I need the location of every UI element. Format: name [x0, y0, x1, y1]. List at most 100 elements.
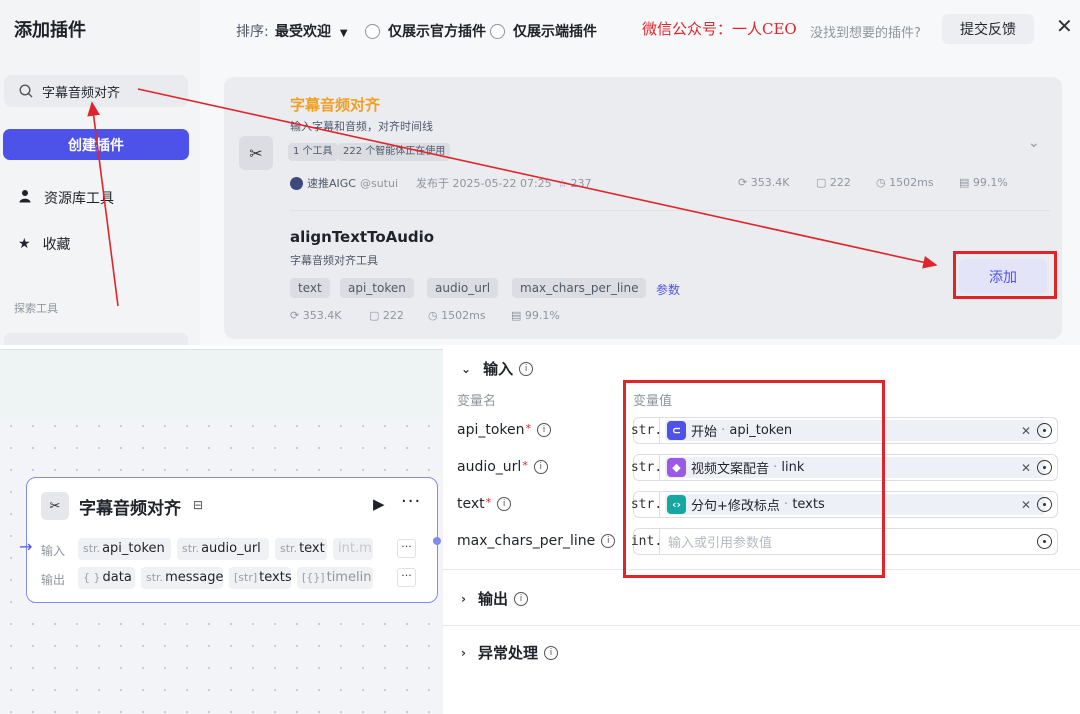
create-plugin-button[interactable]: 创建插件	[3, 129, 189, 160]
filter-client-radio[interactable]: 仅展示端插件	[490, 21, 597, 41]
node-input-label: 输入	[41, 544, 66, 558]
tool-description: 字幕音频对齐工具	[290, 254, 378, 267]
error-section-toggle[interactable]: › 异常处理 i	[461, 642, 558, 663]
missing-plugin-text: 没找到想要的插件?	[810, 26, 921, 41]
stat-bots: ▢ 222	[816, 176, 851, 189]
param-tag: audio_url	[427, 278, 499, 298]
input-chip: str. text	[275, 538, 327, 560]
stat-latency: ◷ 1502ms	[876, 176, 934, 189]
avatar	[290, 176, 303, 190]
canvas-header-area	[0, 349, 443, 419]
author-name: 速推AIGC	[307, 177, 356, 190]
sidebar-item-label: 收藏	[42, 237, 71, 253]
input-section-toggle[interactable]: ⌄ 输入 i	[461, 358, 534, 379]
sidebar-item-library[interactable]: 资源库工具	[18, 188, 114, 208]
close-icon[interactable]: ✕	[1056, 14, 1073, 38]
author-handle: @sutui	[359, 176, 399, 190]
search-value: 字幕音频对齐	[42, 85, 121, 101]
user-icon	[18, 189, 32, 207]
output-chip: { } data	[78, 567, 135, 589]
param-tag: text	[290, 278, 330, 298]
more-chips-button[interactable]: ···	[397, 568, 416, 587]
workflow-canvas[interactable]: → ✂ 字幕音频对齐 ⊟ ▶ ··· 输入 str. api_token str.…	[0, 349, 443, 714]
output-chip: [{}] timelin	[297, 567, 373, 589]
sidebar-item-favorites[interactable]: ★ 收藏	[18, 234, 71, 254]
column-header-name: 变量名	[457, 394, 497, 409]
play-icon[interactable]: ▶	[373, 495, 385, 513]
plugin-icon: ⊟	[193, 498, 204, 512]
param-tag: api_token	[340, 278, 414, 298]
scissors-icon: ✂	[41, 492, 69, 520]
param-tag: max_chars_per_line	[512, 278, 647, 298]
workflow-node[interactable]: → ✂ 字幕音频对齐 ⊟ ▶ ··· 输入 str. api_token str.…	[19, 477, 441, 603]
chevron-down-icon[interactable]: ⌄	[1028, 135, 1040, 151]
output-chip: [str] texts	[229, 567, 291, 589]
node-output-label: 输出	[41, 573, 66, 587]
sort-label: 排序:	[236, 24, 269, 40]
sort-value: 最受欢迎	[275, 24, 331, 40]
dialog-sidebar: 添加插件 字幕音频对齐 创建插件 资源库工具 ★ 收藏 探索工具	[0, 0, 200, 345]
section-title: 异常处理	[477, 644, 538, 662]
target-icon[interactable]	[1037, 497, 1052, 512]
output-section-toggle[interactable]: › 输出 i	[461, 588, 528, 609]
add-plugin-dialog: 添加插件 字幕音频对齐 创建插件 资源库工具 ★ 收藏 探索工具 排序: 最受欢…	[0, 0, 1080, 345]
section-title: 输入	[483, 360, 514, 378]
tool-name: alignTextToAudio	[290, 228, 435, 246]
divider	[290, 210, 1050, 211]
var-name-api-token: api_token * i	[457, 422, 552, 438]
info-icon[interactable]: i	[601, 534, 616, 548]
more-icon[interactable]: ···	[401, 491, 421, 512]
sidebar-item-partial[interactable]	[4, 333, 188, 345]
radio-icon	[490, 23, 505, 39]
radio-icon	[365, 23, 380, 39]
divider	[443, 625, 1080, 626]
search-icon	[18, 83, 34, 99]
tool-count-badge: 1 个工具	[288, 143, 338, 161]
sort-dropdown[interactable]: 最受欢迎 ▼	[275, 21, 348, 41]
more-chips-button[interactable]: ···	[397, 539, 416, 558]
caret-down-icon: ▼	[339, 28, 348, 39]
input-chip: str. audio_url	[177, 538, 269, 560]
chevron-down-icon: ⌄	[461, 361, 472, 376]
usage-badge: 222 个智能体正在使用	[338, 143, 451, 161]
stat-latency: ◷ 1502ms	[428, 309, 486, 322]
clear-icon[interactable]: ✕	[1021, 461, 1031, 475]
feedback-button[interactable]: 提交反馈	[942, 14, 1034, 44]
info-icon[interactable]: i	[497, 497, 512, 511]
chevron-right-icon: ›	[461, 645, 466, 660]
info-icon[interactable]: i	[543, 645, 558, 660]
params-link[interactable]: 参数	[656, 281, 680, 298]
favorite-icon: ☆	[557, 176, 568, 190]
output-port[interactable]	[433, 537, 441, 545]
dialog-title: 添加插件	[14, 20, 86, 41]
clear-icon[interactable]: ✕	[1021, 498, 1031, 512]
info-icon[interactable]: i	[513, 591, 528, 606]
target-icon[interactable]	[1037, 423, 1052, 438]
plugin-search-input[interactable]: 字幕音频对齐	[4, 75, 188, 107]
info-icon[interactable]: i	[537, 423, 552, 437]
target-icon[interactable]	[1037, 534, 1052, 549]
target-icon[interactable]	[1037, 460, 1052, 475]
stat-calls: ⟳ 353.4K	[738, 176, 790, 189]
var-name-text: text * i	[457, 496, 512, 512]
node-title: 字幕音频对齐	[79, 499, 181, 519]
input-chip: str. api_token	[78, 538, 171, 560]
publish-date: 发布于 2025-05-22 07:25	[416, 177, 552, 190]
info-icon[interactable]: i	[519, 361, 534, 376]
info-icon[interactable]: i	[533, 460, 548, 474]
sidebar-item-label: 资源库工具	[44, 191, 114, 207]
filter-official-radio[interactable]: 仅展示官方插件	[365, 21, 486, 41]
annotation-box	[953, 251, 1057, 299]
section-title: 输出	[477, 590, 508, 608]
var-name-audio-url: audio_url * i	[457, 459, 548, 475]
filter-client-label: 仅展示端插件	[513, 24, 597, 40]
watermark-text: 微信公众号：一人CEO	[642, 20, 797, 38]
annotation-box	[623, 380, 885, 578]
filter-official-label: 仅展示官方插件	[388, 24, 486, 40]
stat-success: ▤ 99.1%	[959, 176, 1008, 189]
clear-icon[interactable]: ✕	[1021, 424, 1031, 438]
scissors-icon: ✂	[239, 136, 273, 170]
favorite-count: 237	[570, 176, 592, 190]
arrow-right-icon: →	[19, 537, 33, 556]
plugin-card[interactable]: ✂ 字幕音频对齐 输入字幕和音频，对齐时间线 1 个工具 222 个智能体正在使…	[224, 77, 1062, 339]
